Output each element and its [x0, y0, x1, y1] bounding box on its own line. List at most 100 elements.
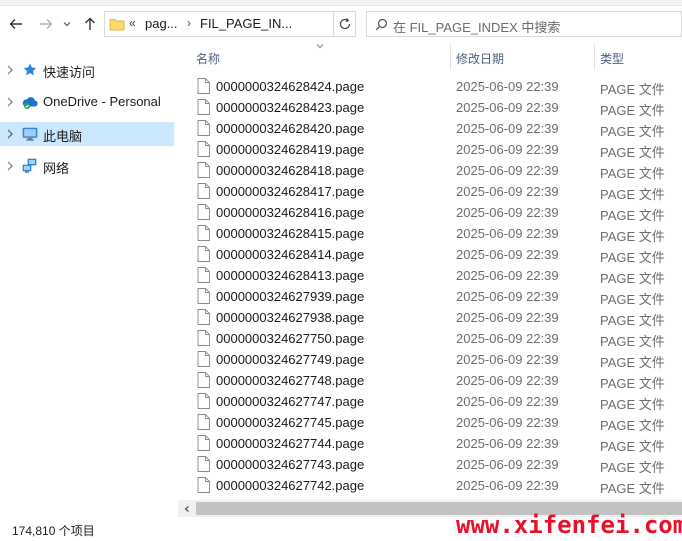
file-type: PAGE 文件 — [600, 376, 665, 391]
file-row[interactable]: 0000000324627939.page 2025-06-09 22:39 PAG… — [180, 286, 682, 307]
arrow-left-icon — [9, 19, 22, 29]
file-row[interactable]: 0000000324627747.page 2025-06-09 22:39 PAG… — [180, 391, 682, 412]
file-type: PAGE 文件 — [600, 418, 665, 433]
nav-item-label: 此电脑 — [43, 129, 83, 144]
file-row[interactable]: 0000000324627750.page 2025-06-09 22:39 PAG… — [180, 328, 682, 349]
arrow-right-icon — [40, 19, 53, 29]
file-row[interactable]: 0000000324627938.page 2025-06-09 22:39 PAG… — [180, 307, 682, 328]
column-header-modified[interactable]: 修改日期 — [456, 50, 504, 67]
file-name[interactable]: 0000000324627743.page — [216, 457, 364, 472]
file-row[interactable]: 0000000324627745.page 2025-06-09 22:39 PAG… — [180, 412, 682, 433]
nav-item-quick-access[interactable]: 快速访问 — [0, 58, 174, 82]
file-row[interactable]: 0000000324627749.page 2025-06-09 22:39 PAG… — [180, 349, 682, 370]
nav-item-this-pc[interactable]: 此电脑 — [0, 122, 174, 146]
search-icon — [375, 18, 388, 31]
breadcrumb-separator-icon[interactable]: › — [187, 16, 191, 30]
nav-item-label: 网络 — [43, 161, 70, 176]
file-name[interactable]: 0000000324627749.page — [216, 352, 364, 367]
file-icon — [197, 309, 210, 325]
file-name[interactable]: 0000000324628414.page — [216, 247, 364, 262]
file-row[interactable]: 0000000324628415.page 2025-06-09 22:39 PAG… — [180, 223, 682, 244]
breadcrumb-item[interactable]: pag... — [145, 16, 178, 31]
chevron-right-icon[interactable] — [5, 64, 15, 76]
file-name[interactable]: 0000000324628416.page — [216, 205, 364, 220]
back-button[interactable] — [6, 14, 26, 34]
file-row[interactable]: 0000000324628420.page 2025-06-09 22:39 PAG… — [180, 118, 682, 139]
nav-item-label: OneDrive - Personal — [43, 94, 161, 109]
file-icon — [197, 393, 210, 409]
file-icon — [197, 414, 210, 430]
file-row[interactable]: 0000000324627742.page 2025-06-09 22:39 PAG… — [180, 475, 682, 496]
breadcrumb-overflow[interactable]: « — [129, 16, 136, 30]
refresh-icon — [339, 18, 350, 30]
file-modified-date: 2025-06-09 22:39 — [456, 184, 559, 199]
file-type: PAGE 文件 — [600, 124, 665, 139]
file-name[interactable]: 0000000324628415.page — [216, 226, 364, 241]
file-row[interactable]: 0000000324628423.page 2025-06-09 22:39 PAG… — [180, 97, 682, 118]
file-icon — [197, 351, 210, 367]
file-name[interactable]: 0000000324627742.page — [216, 478, 364, 493]
chevron-right-icon[interactable] — [5, 160, 15, 172]
file-row[interactable]: 0000000324627743.page 2025-06-09 22:39 PAG… — [180, 454, 682, 475]
file-icon — [197, 372, 210, 388]
file-row[interactable]: 0000000324627748.page 2025-06-09 22:39 PAG… — [180, 370, 682, 391]
file-icon — [197, 477, 210, 493]
file-name[interactable]: 0000000324627744.page — [216, 436, 364, 451]
file-row[interactable]: 0000000324628416.page 2025-06-09 22:39 PAG… — [180, 202, 682, 223]
file-modified-date: 2025-06-09 22:39 — [456, 247, 559, 262]
chevron-right-icon[interactable] — [5, 96, 15, 108]
file-row[interactable]: 0000000324628413.page 2025-06-09 22:39 PAG… — [180, 265, 682, 286]
file-modified-date: 2025-06-09 22:39 — [456, 142, 559, 157]
file-name[interactable]: 0000000324627939.page — [216, 289, 364, 304]
file-name[interactable]: 0000000324627745.page — [216, 415, 364, 430]
nav-item-network[interactable]: 网络 — [0, 154, 174, 178]
sort-indicator-icon — [316, 44, 324, 49]
file-name[interactable]: 0000000324628423.page — [216, 100, 364, 115]
forward-button[interactable] — [36, 14, 56, 34]
file-icon — [197, 162, 210, 178]
file-type: PAGE 文件 — [600, 229, 665, 244]
file-name[interactable]: 0000000324627938.page — [216, 310, 364, 325]
file-modified-date: 2025-06-09 22:39 — [456, 310, 559, 325]
recent-locations-button[interactable] — [60, 14, 74, 34]
file-name[interactable]: 0000000324628417.page — [216, 184, 364, 199]
file-name[interactable]: 0000000324627748.page — [216, 373, 364, 388]
file-type: PAGE 文件 — [600, 145, 665, 160]
column-header-type[interactable]: 类型 — [600, 50, 624, 67]
file-row[interactable]: 0000000324628424.page 2025-06-09 22:39 PAG… — [180, 76, 682, 97]
file-modified-date: 2025-06-09 22:39 — [456, 436, 559, 451]
column-header-name[interactable]: 名称 — [196, 50, 220, 67]
chevron-right-icon[interactable] — [5, 128, 15, 140]
file-row[interactable]: 0000000324627744.page 2025-06-09 22:39 PAG… — [180, 433, 682, 454]
up-button[interactable] — [80, 14, 100, 34]
file-name[interactable]: 0000000324628419.page — [216, 142, 364, 157]
file-modified-date: 2025-06-09 22:39 — [456, 394, 559, 409]
file-icon — [197, 225, 210, 241]
file-name[interactable]: 0000000324627747.page — [216, 394, 364, 409]
search-box[interactable]: 在 FIL_PAGE_INDEX 中搜索 — [366, 11, 682, 37]
nav-item-onedrive[interactable]: OneDrive - Personal — [0, 90, 174, 114]
item-count: 174,810 个项目 — [12, 524, 95, 538]
file-name[interactable]: 0000000324628413.page — [216, 268, 364, 283]
file-row[interactable]: 0000000324628418.page 2025-06-09 22:39 PAG… — [180, 160, 682, 181]
file-name[interactable]: 0000000324627750.page — [216, 331, 364, 346]
file-row[interactable]: 0000000324628414.page 2025-06-09 22:39 PAG… — [180, 244, 682, 265]
file-icon — [197, 120, 210, 136]
column-divider[interactable] — [594, 44, 595, 70]
quick-access-star-icon — [23, 63, 37, 76]
watermark: www.xifenfei.com — [456, 511, 682, 539]
scroll-left-button[interactable] — [178, 500, 195, 517]
file-name[interactable]: 0000000324628424.page — [216, 79, 364, 94]
file-name[interactable]: 0000000324628418.page — [216, 163, 364, 178]
file-name[interactable]: 0000000324628420.page — [216, 121, 364, 136]
file-row[interactable]: 0000000324628417.page 2025-06-09 22:39 PAG… — [180, 181, 682, 202]
file-type: PAGE 文件 — [600, 103, 665, 118]
column-divider[interactable] — [450, 44, 451, 70]
address-bar[interactable]: « pag... › FIL_PAGE_IN... — [104, 11, 432, 37]
file-icon — [197, 99, 210, 115]
arrow-up-icon — [85, 17, 95, 30]
breadcrumb-item-current[interactable]: FIL_PAGE_IN... — [200, 16, 292, 31]
refresh-button[interactable] — [334, 11, 356, 37]
file-row[interactable]: 0000000324628419.page 2025-06-09 22:39 PAG… — [180, 139, 682, 160]
file-modified-date: 2025-06-09 22:39 — [456, 163, 559, 178]
